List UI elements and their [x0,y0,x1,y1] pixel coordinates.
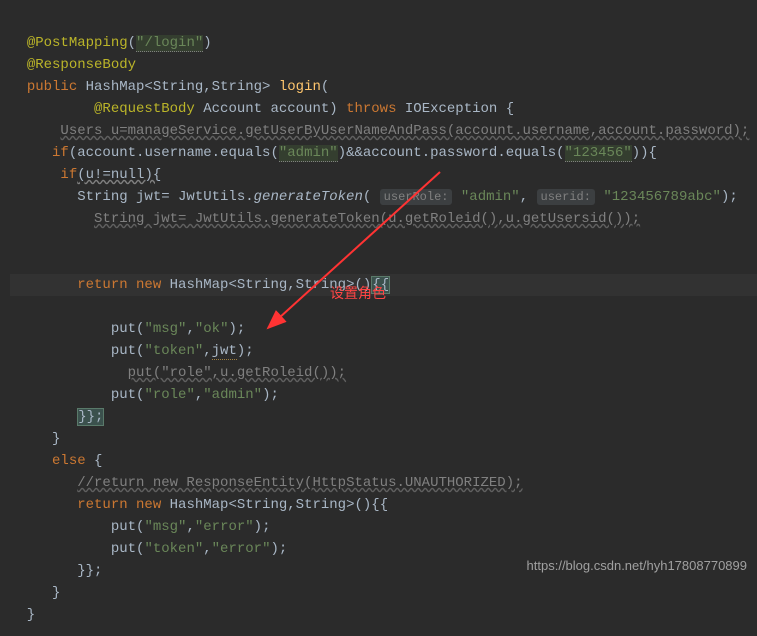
line-brace-close-2: } [10,607,35,623]
commented-code: String jwt= JwtUtils.generateToken(u.get… [94,211,640,227]
annotation: @PostMapping [27,35,128,51]
line-close-braces: }}; [10,408,104,426]
line-put-msg: put("msg","ok"); [10,321,245,337]
code-editor[interactable]: @PostMapping("/login") @ResponseBody pub… [0,0,757,636]
line-put-role-commented: put("role",u.getRoleid()); [10,365,346,381]
line-4: @RequestBody Account account) throws IOE… [10,101,514,117]
line-1: @PostMapping("/login") [10,35,212,52]
line-else: else { [10,453,102,469]
line-2: @ResponseBody [10,57,136,73]
annotation: @ResponseBody [27,57,136,73]
line-5: Users u=manageService.getUserByUserNameA… [10,123,749,139]
line-3: public HashMap<String,String> login( [10,79,329,95]
param-hint: userid: [537,189,595,205]
line-return-error: return new HashMap<String,String>(){{ [10,497,388,513]
line-brace-close: } [10,585,60,601]
string-literal: "/login" [136,35,203,52]
param-hint: userRole: [380,189,453,205]
line-comment-return: //return new ResponseEntity(HttpStatus.U… [10,475,523,491]
line-9: String jwt= JwtUtils.generateToken(u.get… [10,211,640,227]
commented-code: Users u=manageService.getUserByUserNameA… [60,123,749,139]
annotation-label: 设置角色 [330,283,386,303]
method-name: login [279,79,321,95]
line-brace: } [10,431,60,447]
blank-line [10,233,18,249]
line-close-braces-2: }}; [10,563,102,579]
line-8: String jwt= JwtUtils.generateToken( user… [10,189,738,205]
line-put-role: put("role","admin"); [10,387,279,403]
line-put-token-error: put("token","error"); [10,541,287,557]
line-7: if(u!=null){ [10,167,161,183]
line-put-token: put("token",jwt); [10,343,254,360]
line-put-msg-error: put("msg","error"); [10,519,270,535]
blank-line [10,255,18,271]
line-6: if(account.username.equals("admin")&&acc… [10,145,657,162]
watermark: https://blog.csdn.net/hyh17808770899 [527,558,747,573]
